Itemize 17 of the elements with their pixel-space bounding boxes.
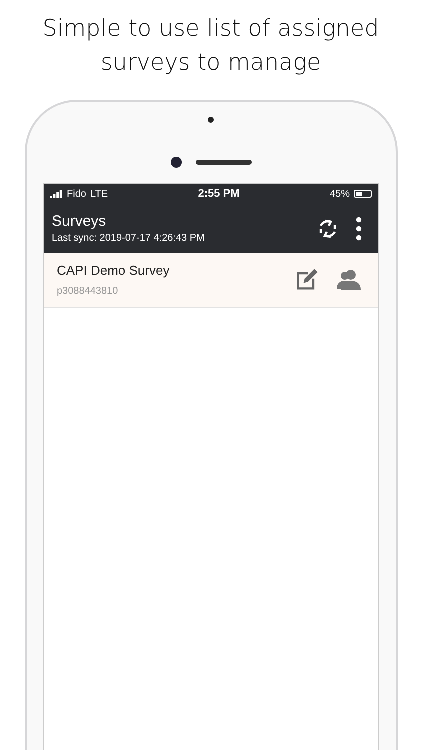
survey-id: p3088443810 [57, 286, 120, 297]
time-text: 2:55 PM [198, 188, 240, 200]
sensor-icon [208, 117, 214, 123]
speaker-icon [196, 160, 252, 165]
more-menu-button[interactable] [356, 216, 362, 240]
battery-icon [354, 190, 372, 198]
assign-users-button[interactable] [336, 268, 362, 292]
toolbar-title: Surveys [52, 213, 108, 230]
network-text: LTE [90, 188, 108, 200]
camera-icon [170, 157, 182, 168]
battery-text: 45% [330, 188, 350, 200]
caption-text: Simple to use list of assigned surveys to manage [42, 15, 380, 78]
signal-icon [50, 190, 63, 198]
survey-name: CAPI Demo Survey [57, 263, 171, 278]
last-sync-text: Last sync: 2019-07-17 4:26:43 PM [52, 233, 206, 244]
carrier-text: Fido [67, 188, 86, 200]
survey-row[interactable]: CAPI Demo Survey p3088443810 [44, 253, 378, 308]
